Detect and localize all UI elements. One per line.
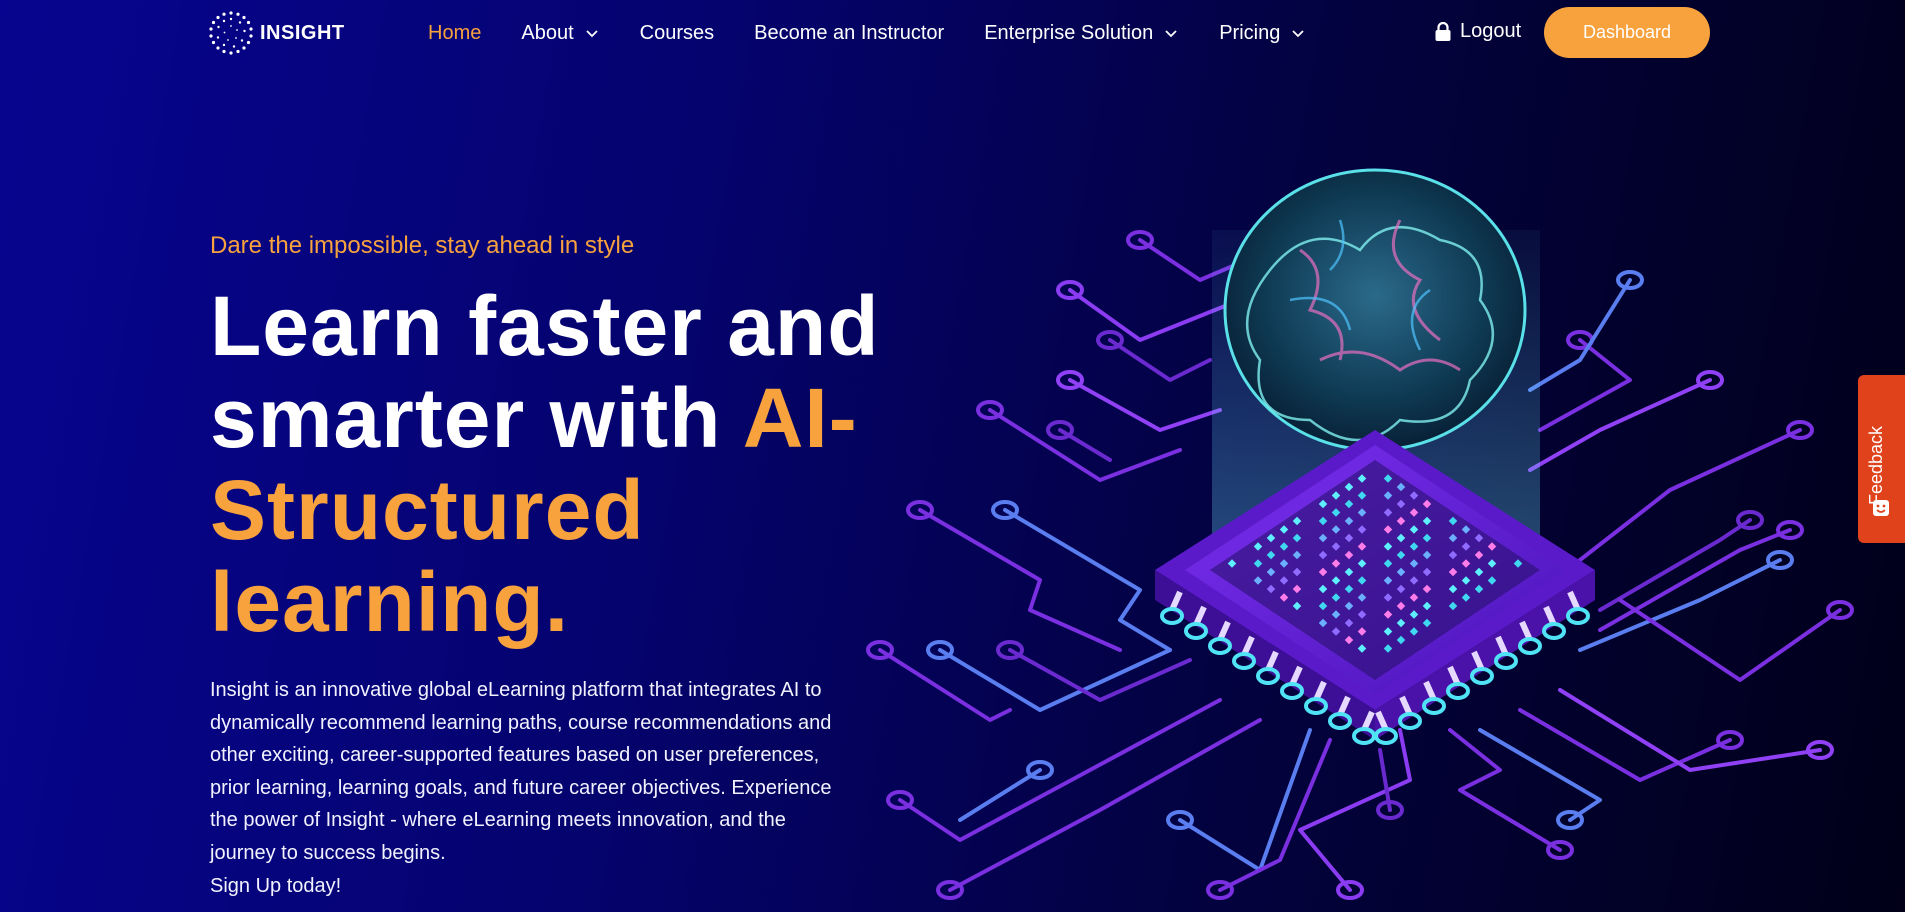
circuit-trace (1598, 518, 1752, 612)
circuit-trace (958, 768, 1042, 822)
circuit-trace (1003, 508, 1172, 652)
circuit-trace (1008, 648, 1192, 702)
signup-text[interactable]: Sign Up today! (210, 869, 850, 903)
circuit-trace (1478, 728, 1602, 822)
nav-home[interactable]: Home (428, 22, 481, 45)
nav-courses-label: Courses (639, 21, 715, 44)
hero-description: Insight is an innovative global eLearnin… (210, 674, 850, 903)
chevron-down-icon (1165, 30, 1177, 38)
main-menu: Home About Courses Become an Instructor … (428, 0, 1306, 66)
logout-label: Logout (1460, 20, 1522, 42)
nav-about-label: About (521, 21, 574, 44)
nav-pricing[interactable]: Pricing (1219, 22, 1306, 45)
feedback-label: Feedback (1866, 425, 1886, 505)
top-navbar: INSIGHT Home About Courses Become an Ins… (0, 0, 1905, 66)
circuit-trace (1528, 378, 1712, 472)
circuit-trace (1108, 338, 1212, 382)
feedback-tab[interactable]: Feedback (1858, 375, 1905, 543)
chip-pin-ring (1184, 622, 1208, 640)
chevron-down-icon (1292, 30, 1304, 38)
chip-pin-ring (1160, 607, 1184, 625)
nav-about[interactable]: About (521, 22, 599, 45)
circuit-trace (938, 648, 1172, 712)
circuit-trace (1598, 528, 1792, 632)
chip-pin-ring (1566, 607, 1590, 625)
dashboard-button[interactable]: Dashboard (1544, 7, 1710, 58)
logo[interactable]: INSIGHT (208, 10, 345, 56)
circuit-trace (1618, 598, 1842, 682)
logout-link[interactable]: Logout (1434, 20, 1521, 43)
logo-icon (209, 11, 253, 55)
lock-icon (1435, 21, 1451, 41)
nav-home-label: Home (428, 21, 482, 44)
circuit-trace (1298, 728, 1412, 892)
nav-become-instructor[interactable]: Become an Instructor (754, 22, 944, 45)
circuit-trace (1218, 738, 1332, 892)
feedback-icon (1873, 500, 1889, 516)
nav-enterprise-solution[interactable]: Enterprise Solution (984, 22, 1179, 45)
hero-description-text: Insight is an innovative global eLearnin… (210, 679, 832, 864)
nav-become-instructor-label: Become an Instructor (754, 21, 945, 44)
nav-pricing-label: Pricing (1219, 21, 1281, 44)
brain-graphic (1223, 168, 1527, 452)
nav-enterprise-solution-label: Enterprise Solution (984, 21, 1154, 44)
circuit-trace (1068, 378, 1222, 432)
chip-pin-ring (1542, 622, 1566, 640)
circuit-trace (878, 648, 1012, 722)
circuit-trace (1448, 728, 1562, 852)
ai-chip-illustration (866, 168, 1854, 900)
circuit-trace (1528, 278, 1632, 392)
circuit-trace (948, 718, 1262, 892)
circuit-trace (1178, 728, 1312, 872)
chevron-down-icon (585, 30, 598, 38)
nav-courses[interactable]: Courses (640, 22, 714, 45)
logo-text: INSIGHT (260, 21, 345, 44)
circuit-trace (918, 508, 1122, 652)
